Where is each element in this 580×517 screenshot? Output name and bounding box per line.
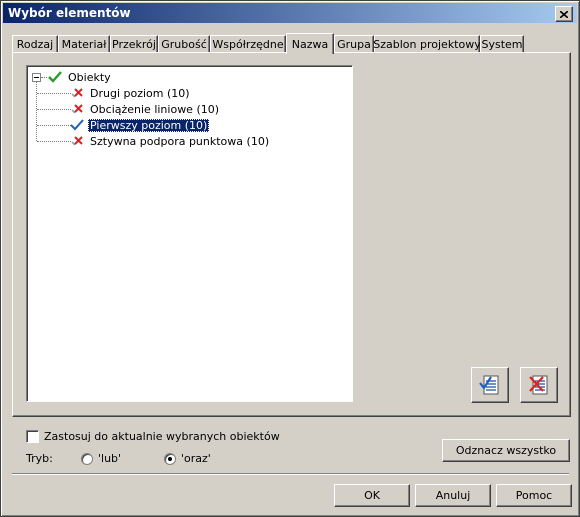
red-x-icon (71, 136, 83, 146)
object-tree[interactable]: Obiekty Drugi poziom (10) Obciążenie lin… (26, 65, 353, 402)
radio-dot (168, 457, 172, 461)
mode-or-radio[interactable] (81, 453, 93, 465)
close-button[interactable] (555, 6, 573, 22)
red-x-icon (71, 104, 83, 114)
tree-line (36, 79, 37, 141)
tree-item[interactable]: Sztywna podpora punktowa (10) (70, 133, 271, 149)
tab-rodzaj[interactable]: Rodzaj (12, 35, 58, 53)
tab-przekroj[interactable]: Przekrój (110, 35, 158, 53)
green-check-icon (48, 71, 62, 83)
deselect-all-button[interactable]: Odznacz wszystko (442, 439, 570, 462)
collapse-toggle[interactable] (32, 73, 41, 82)
tree-item[interactable]: Drugi poziom (10) (70, 85, 192, 101)
mode-label: Tryb: (26, 452, 53, 465)
tree-root-label: Obiekty (68, 70, 111, 84)
tree-item-label: Drugi poziom (10) (90, 86, 190, 100)
separator (12, 473, 569, 475)
window-title: Wybór elementów (8, 6, 131, 20)
title-bar[interactable]: Wybór elementów (3, 3, 577, 23)
tab-wspolrzedne[interactable]: Współrzędne (210, 35, 286, 53)
deselect-all-icon-button[interactable] (520, 367, 558, 403)
apply-current-label: Zastosuj do aktualnie wybranych obiektów (44, 430, 280, 443)
deselect-all-icon (529, 375, 548, 395)
tree-line (37, 93, 71, 94)
red-x-icon (71, 88, 83, 98)
ok-button[interactable]: OK (334, 484, 410, 507)
minus-icon (34, 77, 39, 78)
tab-grupa[interactable]: Grupa (334, 35, 374, 53)
mode-and-radio[interactable] (164, 453, 176, 465)
select-all-button[interactable] (471, 367, 509, 403)
tree-line (37, 125, 71, 126)
tree-item-selected[interactable]: Pierwszy poziom (10) (70, 117, 210, 133)
tree-item-label: Pierwszy poziom (10) (88, 118, 210, 132)
tab-system[interactable]: System (480, 35, 524, 53)
mode-and-label: 'oraz' (181, 452, 211, 465)
help-button[interactable]: Pomoc (496, 484, 572, 507)
tab-grubosc[interactable]: Grubość (158, 35, 210, 53)
tree-item-label: Obciążenie liniowe (10) (90, 102, 220, 116)
tab-szablon-projektowy[interactable]: Szablon projektowy (373, 35, 481, 53)
tree-line (37, 109, 71, 110)
tree-line (37, 141, 71, 142)
tab-panel-nazwa: Obiekty Drugi poziom (10) Obciążenie lin… (12, 52, 571, 417)
close-icon (560, 10, 568, 18)
select-all-icon (479, 375, 499, 395)
tree-item[interactable]: Obciążenie liniowe (10) (70, 101, 221, 117)
mode-or-label: 'lub' (98, 452, 122, 465)
tab-nazwa[interactable]: Nazwa (286, 33, 334, 54)
apply-current-checkbox[interactable] (26, 430, 39, 443)
cancel-button[interactable]: Anuluj (415, 484, 491, 507)
dialog-window: Wybór elementów Rodzaj Materiał Przekrój… (0, 0, 580, 517)
tree-item-label: Sztywna podpora punktowa (10) (90, 134, 270, 148)
blue-check-icon (70, 119, 84, 131)
tree-root[interactable]: Obiekty (47, 69, 113, 85)
tab-material[interactable]: Materiał (58, 35, 110, 53)
